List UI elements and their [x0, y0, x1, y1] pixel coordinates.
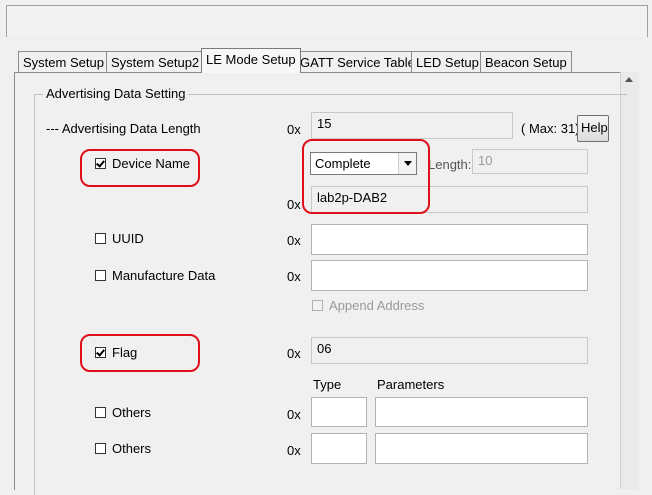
device-name-value: lab2p-DAB2	[311, 186, 588, 213]
others-label: Others	[112, 405, 152, 420]
flag-value: 06	[311, 337, 588, 364]
manufacture-data-prefix: 0x	[287, 269, 301, 284]
others-parameters-input[interactable]	[375, 397, 588, 427]
manufacture-data-input[interactable]	[311, 260, 588, 291]
tab-system-setup[interactable]: System Setup	[18, 51, 109, 72]
device-name-label: Device Name	[112, 156, 191, 171]
others-type-input[interactable]	[311, 397, 367, 427]
flag-prefix: 0x	[287, 346, 301, 361]
flag-checkbox[interactable]: Flag	[95, 345, 137, 360]
length-label: Length:	[428, 157, 472, 172]
append-address-label: Append Address	[329, 298, 425, 313]
max-length-label: ( Max: 31)	[521, 121, 580, 136]
group-title: Advertising Data Setting	[43, 86, 189, 101]
others-type-input[interactable]	[311, 433, 367, 464]
tab-beacon-setup[interactable]: Beacon Setup	[480, 51, 572, 72]
name-length-value: 10	[472, 149, 588, 174]
checkbox-empty-icon	[95, 407, 106, 419]
tab-le-mode-setup[interactable]: LE Mode Setup	[201, 48, 301, 73]
checkbox-empty-icon	[95, 270, 106, 282]
scroll-up-arrow-icon[interactable]	[625, 77, 633, 82]
adv-length-value: 15	[311, 112, 513, 139]
others-parameters-input[interactable]	[375, 433, 588, 464]
chevron-down-icon[interactable]	[398, 153, 416, 174]
manufacture-data-label: Manufacture Data	[112, 268, 216, 283]
adv-length-prefix: 0x	[287, 122, 301, 137]
tab-led-setup[interactable]: LED Setup	[411, 51, 484, 72]
window-frame	[6, 5, 648, 37]
window-top-area	[0, 0, 652, 40]
name-type-select[interactable]: Complete	[310, 152, 417, 175]
name-type-value: Complete	[315, 156, 371, 171]
checkbox-empty-icon	[312, 300, 323, 312]
tab-system-setup2[interactable]: System Setup2	[106, 51, 205, 72]
tab-gatt-service-table[interactable]: GATT Service Table	[295, 51, 420, 72]
checkbox-checked-icon	[95, 347, 106, 359]
help-button[interactable]: Help	[577, 115, 609, 142]
checkbox-checked-icon	[95, 158, 106, 170]
others-checkbox[interactable]: Others	[95, 405, 151, 420]
uuid-input[interactable]	[311, 224, 588, 255]
append-address-checkbox[interactable]: Append Address	[312, 298, 424, 313]
others-prefix: 0x	[287, 407, 301, 422]
manufacture-data-checkbox[interactable]: Manufacture Data	[95, 268, 215, 283]
uuid-label: UUID	[112, 231, 144, 246]
others-prefix: 0x	[287, 443, 301, 458]
checkbox-empty-icon	[95, 443, 106, 455]
adv-length-label: --- Advertising Data Length	[46, 121, 201, 136]
device-name-prefix: 0x	[287, 197, 301, 212]
parameters-column-header: Parameters	[377, 377, 445, 392]
others-label: Others	[112, 441, 152, 456]
uuid-prefix: 0x	[287, 233, 301, 248]
uuid-checkbox[interactable]: UUID	[95, 231, 144, 246]
type-column-header: Type	[313, 377, 342, 392]
device-name-checkbox[interactable]: Device Name	[95, 156, 190, 171]
flag-label: Flag	[112, 345, 138, 360]
others-checkbox[interactable]: Others	[95, 441, 151, 456]
checkbox-empty-icon	[95, 233, 106, 245]
